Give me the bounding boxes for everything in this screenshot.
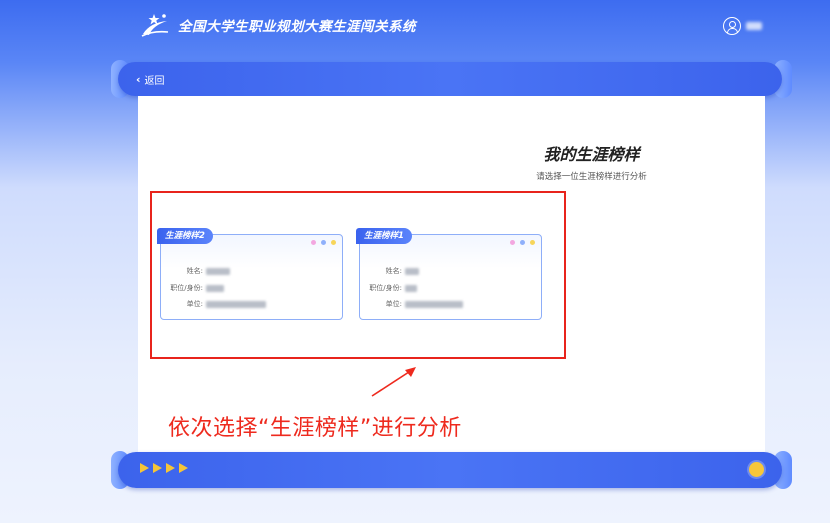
star-swoosh-logo-icon bbox=[141, 14, 169, 37]
field-label: 姓名: bbox=[385, 267, 402, 275]
blurred-value bbox=[405, 284, 417, 292]
card-dots bbox=[510, 240, 535, 245]
status-dot bbox=[749, 462, 764, 477]
blurred-value bbox=[405, 300, 463, 308]
dot-yellow bbox=[331, 240, 336, 245]
arrow-right-icon bbox=[166, 463, 175, 473]
field-label: 单位: bbox=[186, 300, 203, 308]
arrow-right-icon bbox=[153, 463, 162, 473]
user-avatar-icon[interactable] bbox=[723, 17, 741, 35]
blurred-value bbox=[206, 267, 230, 275]
field-label: 职位/身份: bbox=[369, 284, 402, 292]
field-label: 姓名: bbox=[186, 267, 203, 275]
field-position: 职位/身份: bbox=[360, 283, 417, 293]
field-label: 单位: bbox=[385, 300, 402, 308]
card-dots bbox=[311, 240, 336, 245]
field-position: 职位/身份: bbox=[161, 283, 224, 293]
app-header: 全国大学生职业规划大赛生涯闯关系统 bbox=[0, 0, 830, 55]
annotation-arrow-icon bbox=[371, 367, 416, 397]
field-name: 姓名: bbox=[360, 266, 419, 276]
field-unit: 单位: bbox=[360, 299, 463, 309]
blurred-value bbox=[206, 284, 224, 292]
dot-blue bbox=[520, 240, 525, 245]
dot-pink bbox=[510, 240, 515, 245]
page-subtitle: 请选择一位生涯榜样进行分析 bbox=[536, 172, 647, 182]
username-blurred[interactable] bbox=[746, 22, 762, 30]
bottom-bar bbox=[118, 452, 782, 488]
blurred-value bbox=[206, 300, 266, 308]
back-button[interactable]: ‹ 返回 bbox=[136, 72, 165, 87]
dot-pink bbox=[311, 240, 316, 245]
arrow-right-icon bbox=[179, 463, 188, 473]
annotation-text: 依次选择“生涯榜样”进行分析 bbox=[168, 416, 462, 441]
dot-yellow bbox=[530, 240, 535, 245]
page-title: 我的生涯榜样 bbox=[543, 145, 640, 164]
field-name: 姓名: bbox=[161, 266, 230, 276]
arrow-right-icon bbox=[140, 463, 149, 473]
card-tag: 生涯榜样1 bbox=[356, 228, 412, 244]
field-label: 职位/身份: bbox=[170, 284, 203, 292]
card-tag: 生涯榜样2 bbox=[157, 228, 213, 244]
field-unit: 单位: bbox=[161, 299, 266, 309]
back-label: 返回 bbox=[144, 76, 165, 87]
chevron-left-icon: ‹ bbox=[136, 73, 141, 86]
app-title: 全国大学生职业规划大赛生涯闯关系统 bbox=[178, 19, 416, 35]
progress-arrows bbox=[140, 463, 188, 473]
blurred-value bbox=[405, 267, 419, 275]
top-nav-bar: ‹ 返回 bbox=[118, 62, 782, 96]
role-model-card-2[interactable]: 生涯榜样2 姓名: 职位/身份: 单位: bbox=[157, 228, 343, 320]
role-model-card-1[interactable]: 生涯榜样1 姓名: 职位/身份: 单位: bbox=[356, 228, 542, 320]
content-paper: 我的生涯榜样 请选择一位生涯榜样进行分析 生涯榜样2 姓名: 职位/身份: 单位… bbox=[138, 96, 765, 454]
dot-blue bbox=[321, 240, 326, 245]
